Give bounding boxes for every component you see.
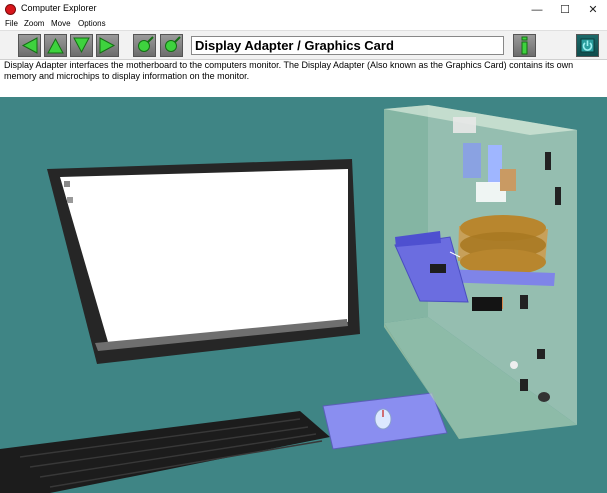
desktop-icon [67,197,73,203]
app-icon [5,4,16,15]
desktop-icon [64,181,70,187]
info-button[interactable] [513,34,536,57]
up-arrow-icon [47,37,64,54]
maximize-button[interactable]: ☐ [551,0,579,19]
mouse[interactable] [374,408,392,430]
component-title: Display Adapter / Graphics Card [191,36,504,55]
zoom-in-button[interactable] [133,34,156,57]
zoom-out-icon [165,36,181,52]
exit-button[interactable] [576,34,599,57]
minimize-icon: — [531,3,543,16]
forward-button[interactable] [96,34,119,57]
down-arrow-icon [73,37,90,54]
menu-move[interactable]: Move [51,19,71,28]
close-button[interactable]: ✕ [579,0,607,19]
title-bar: Computer Explorer — ☐ ✕ [0,0,607,19]
toolbar: Display Adapter / Graphics Card [0,30,607,60]
zoom-in-icon [138,36,154,52]
forward-arrow-icon [99,37,116,54]
back-arrow-icon [21,37,38,54]
keyboard[interactable] [0,411,330,493]
close-icon: ✕ [588,4,598,16]
monitor-screen [60,169,348,349]
info-icon [521,36,528,55]
menu-options[interactable]: Options [78,19,106,28]
monitor[interactable] [47,159,360,364]
window-title: Computer Explorer [21,3,97,13]
maximize-icon: ☐ [560,4,570,16]
menu-zoom[interactable]: Zoom [24,19,44,28]
menu-bar: File Zoom Move Options [0,19,607,30]
down-button[interactable] [70,34,93,57]
back-button[interactable] [18,34,41,57]
zoom-out-button[interactable] [160,34,183,57]
component-description: Display Adapter interfaces the motherboa… [4,60,574,81]
menu-file[interactable]: File [5,19,18,28]
up-button[interactable] [44,34,67,57]
viewport-3d[interactable] [0,97,607,493]
minimize-button[interactable]: — [523,0,551,19]
exit-icon [580,38,595,53]
